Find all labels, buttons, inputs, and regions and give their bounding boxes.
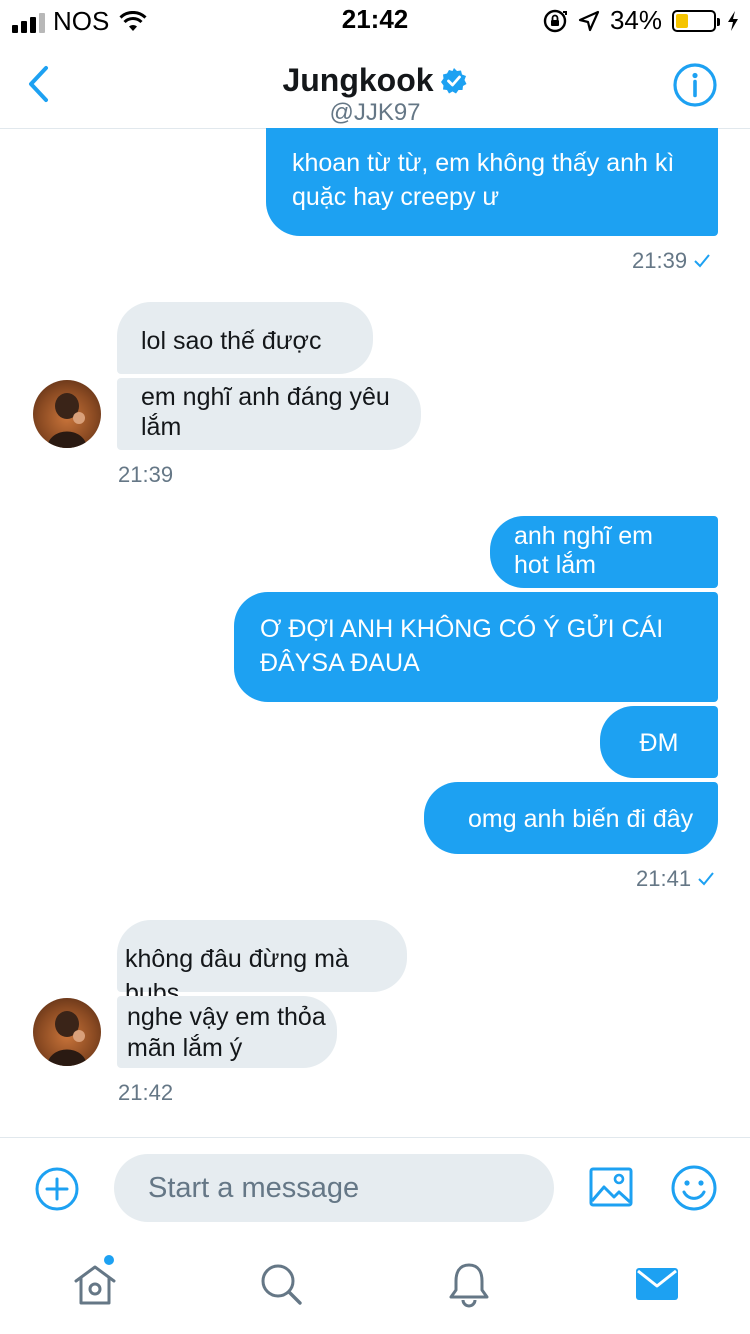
image-button[interactable]	[588, 1164, 634, 1210]
message-bubble-incoming[interactable]: em nghĩ anh đáng yêu lắm	[117, 378, 421, 450]
tab-search[interactable]	[256, 1259, 306, 1309]
plus-circle-icon	[35, 1167, 79, 1211]
tab-bar	[0, 1237, 750, 1334]
message-input[interactable]	[114, 1154, 554, 1222]
sent-check-icon	[694, 254, 710, 268]
message-bubble-incoming[interactable]: không đâu đừng mà bubs	[117, 920, 407, 1007]
avatar[interactable]	[33, 998, 101, 1066]
orientation-lock-icon	[543, 9, 567, 32]
charging-icon	[728, 10, 738, 31]
status-bar: NOS 21:42 34%	[0, 0, 750, 40]
info-icon	[673, 63, 717, 107]
message-timestamp: 21:41	[636, 866, 715, 892]
message-timestamp: 21:42	[118, 1080, 173, 1106]
avatar-photo	[47, 393, 87, 448]
tab-notifications[interactable]	[444, 1259, 494, 1309]
conversation-title[interactable]: Jungkook @JJK97	[0, 62, 750, 127]
notifications-icon	[449, 1263, 489, 1308]
verified-badge-icon	[440, 67, 467, 93]
message-bubble-outgoing[interactable]: anh nghĩ em hot lắm	[490, 516, 718, 588]
message-timestamp: 21:39	[632, 248, 711, 274]
emoji-button[interactable]	[670, 1164, 718, 1212]
message-composer	[0, 1137, 750, 1238]
sent-check-icon	[698, 872, 714, 886]
location-icon	[578, 10, 600, 31]
battery-percent: 34%	[609, 5, 662, 35]
avatar-photo	[47, 1011, 87, 1066]
tab-home[interactable]	[70, 1255, 120, 1309]
battery-fill	[676, 13, 688, 28]
conversation-header: Jungkook @JJK97	[0, 40, 750, 129]
battery-icon	[672, 9, 720, 32]
messages-icon	[636, 1268, 678, 1300]
image-icon	[589, 1167, 633, 1207]
message-bubble-outgoing[interactable]: khoan từ từ, em không thấy anh kì quặc h…	[266, 128, 718, 236]
home-notification-dot	[104, 1255, 114, 1265]
handle: @JJK97	[329, 99, 421, 126]
add-media-button[interactable]	[34, 1166, 80, 1212]
home-icon	[74, 1265, 116, 1305]
avatar[interactable]	[33, 380, 101, 448]
timestamp-text: 21:39	[118, 462, 174, 487]
info-button[interactable]	[672, 62, 718, 108]
message-bubble-incoming[interactable]: nghe vậy em thỏa mãn lắm ý	[117, 996, 337, 1068]
dm-conversation-screen: NOS 21:42 34% Jungkook @JJK97 khoan từ t…	[0, 0, 750, 1334]
battery-cap	[717, 17, 720, 26]
message-timestamp: 21:39	[118, 462, 173, 488]
status-right: 34%	[542, 5, 740, 36]
smiley-icon	[671, 1165, 717, 1211]
message-bubble-outgoing[interactable]: Ơ ĐỢI ANH KHÔNG CÓ Ý GỬI CÁI ĐÂYSA ĐAUA	[234, 592, 718, 702]
name-row: Jungkook	[282, 62, 467, 99]
display-name: Jungkook	[282, 62, 434, 98]
search-icon	[261, 1264, 302, 1305]
tab-messages[interactable]	[632, 1259, 682, 1309]
message-bubble-incoming[interactable]: lol sao thế được	[117, 302, 373, 374]
timestamp-text: 21:42	[118, 1080, 174, 1105]
message-bubble-outgoing[interactable]: ĐM	[600, 706, 718, 778]
timestamp-text: 21:41	[636, 866, 692, 891]
message-bubble-outgoing[interactable]: omg anh biến đi đây	[424, 782, 718, 854]
timestamp-text: 21:39	[632, 248, 688, 273]
